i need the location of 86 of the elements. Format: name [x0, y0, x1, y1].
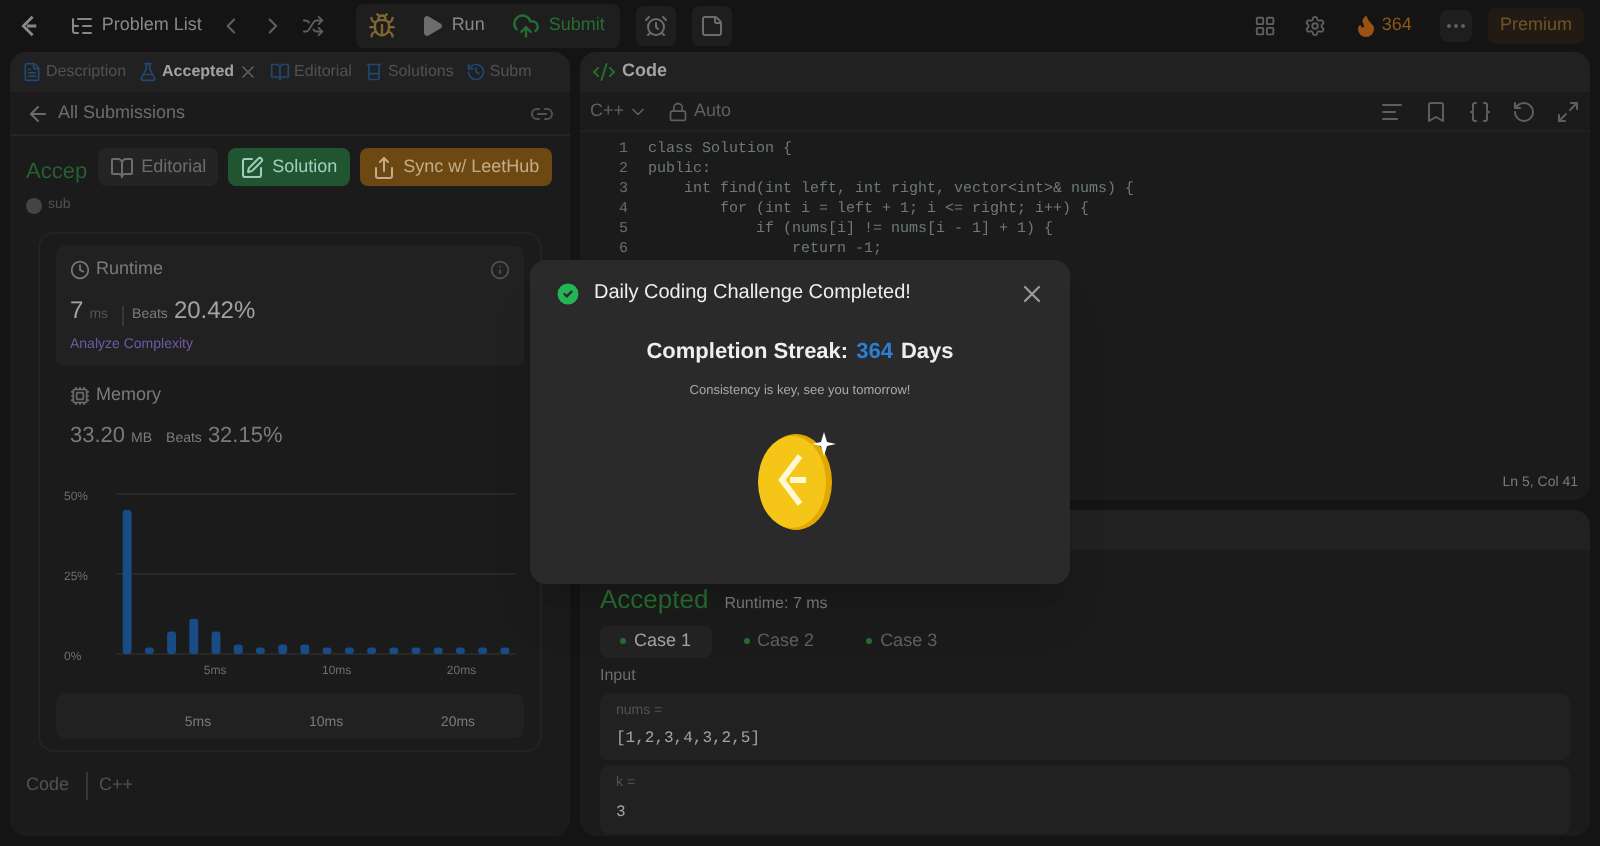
case-tab[interactable]: Case 1: [600, 625, 712, 657]
tab-icon: [270, 62, 291, 82]
histogram-bar: [389, 647, 399, 654]
runtime-text: Runtime: 7 ms: [724, 592, 828, 616]
runtime-title: Runtime: [96, 256, 164, 282]
streak-label: Completion Streak:: [646, 338, 849, 368]
memory-value: 33.20: [70, 421, 126, 451]
tab-icon: [138, 62, 159, 82]
histogram-bar: [233, 644, 243, 654]
list-icon: [69, 14, 94, 38]
histogram-bar: [122, 510, 132, 654]
histogram-bar: [211, 631, 221, 654]
logo-icon[interactable]: [16, 12, 42, 40]
action-button[interactable]: Sync w/ LeetHub: [359, 148, 552, 186]
play-icon: [419, 14, 444, 38]
settings-icon[interactable]: [1303, 14, 1326, 38]
shuffle-icon[interactable]: [301, 14, 324, 38]
streak-count: 364: [1381, 12, 1412, 39]
button-icon: [371, 155, 396, 179]
tab-icon: [465, 62, 486, 82]
note-button[interactable]: [692, 6, 733, 46]
beats-value: 32.15%: [207, 421, 283, 451]
action-button[interactable]: Solution: [228, 148, 350, 186]
bookmark-icon[interactable]: [1424, 99, 1448, 123]
braces-icon[interactable]: [1468, 99, 1492, 123]
histogram-bar: [144, 647, 154, 654]
back-arrow-icon: [26, 101, 50, 125]
alarm-clock-button[interactable]: [636, 6, 677, 46]
histogram-bar: [189, 618, 199, 654]
premium-button[interactable]: Premium: [1487, 8, 1584, 44]
button-icon: [240, 155, 265, 179]
run-button[interactable]: Run: [407, 8, 497, 44]
action-button[interactable]: Editorial: [97, 148, 219, 186]
input-value: 3: [616, 801, 628, 825]
case-tab[interactable]: Case 3: [846, 625, 958, 657]
note-icon: [700, 14, 725, 38]
reset-icon[interactable]: [1512, 99, 1536, 123]
format-icon[interactable]: [1380, 99, 1404, 123]
histogram-bar: [456, 647, 465, 654]
cloud-upload-icon: [512, 12, 541, 40]
code-icon: [592, 60, 616, 84]
histogram-bar: [433, 647, 443, 654]
modal-title: Daily Coding Challenge Completed!: [594, 280, 911, 308]
language-dropdown[interactable]: C++: [590, 97, 649, 125]
case-tab[interactable]: Case 2: [723, 625, 835, 657]
grid-icon[interactable]: [1253, 14, 1276, 38]
tab-icon: [22, 62, 42, 82]
histogram-bar: [344, 647, 354, 654]
runtime-value: 7: [70, 293, 84, 327]
streak-unit: Days: [900, 338, 954, 368]
code-tab[interactable]: Code: [622, 58, 667, 86]
histogram-bar: [278, 644, 288, 654]
beats-value: 20.42%: [173, 293, 256, 327]
histogram-bar: [367, 647, 376, 654]
memory-title: Memory: [96, 382, 162, 408]
mode-label: Auto: [694, 97, 732, 124]
avatar-icon: [26, 197, 42, 214]
check-icon: [554, 279, 582, 307]
result-status: Accepted: [600, 582, 709, 618]
histogram-bar: [478, 647, 488, 654]
close-icon[interactable]: [238, 62, 259, 82]
alarm-clock-icon: [644, 14, 669, 38]
flame-icon: [1353, 14, 1378, 38]
histogram-bar: [500, 647, 510, 654]
streak-value: 364: [856, 338, 893, 368]
input-label: Input: [600, 663, 638, 687]
histogram-bar: [322, 647, 332, 654]
button-icon: [109, 155, 134, 179]
more-button[interactable]: [1439, 10, 1472, 42]
tab-icon: [363, 62, 384, 82]
bug-icon[interactable]: [367, 12, 396, 40]
histogram-bar: [300, 644, 310, 654]
input-value: [1,2,3,4,3,2,5]: [616, 728, 763, 752]
clock-icon: [70, 259, 90, 280]
histogram-bar: [256, 647, 265, 654]
histogram-bar: [411, 647, 421, 654]
expand-icon[interactable]: [1556, 99, 1580, 123]
memory-icon: [70, 385, 90, 406]
histogram-bar: [167, 631, 176, 654]
panel-tab[interactable]: Accepted: [134, 60, 263, 84]
lock-icon: [668, 101, 689, 121]
info-icon[interactable]: [490, 259, 510, 280]
all-submissions-link[interactable]: All Submissions: [26, 99, 186, 127]
submit-button[interactable]: Submit: [500, 8, 617, 44]
status-text: Accep: [26, 158, 88, 188]
problem-list-button[interactable]: Problem List: [69, 12, 202, 40]
